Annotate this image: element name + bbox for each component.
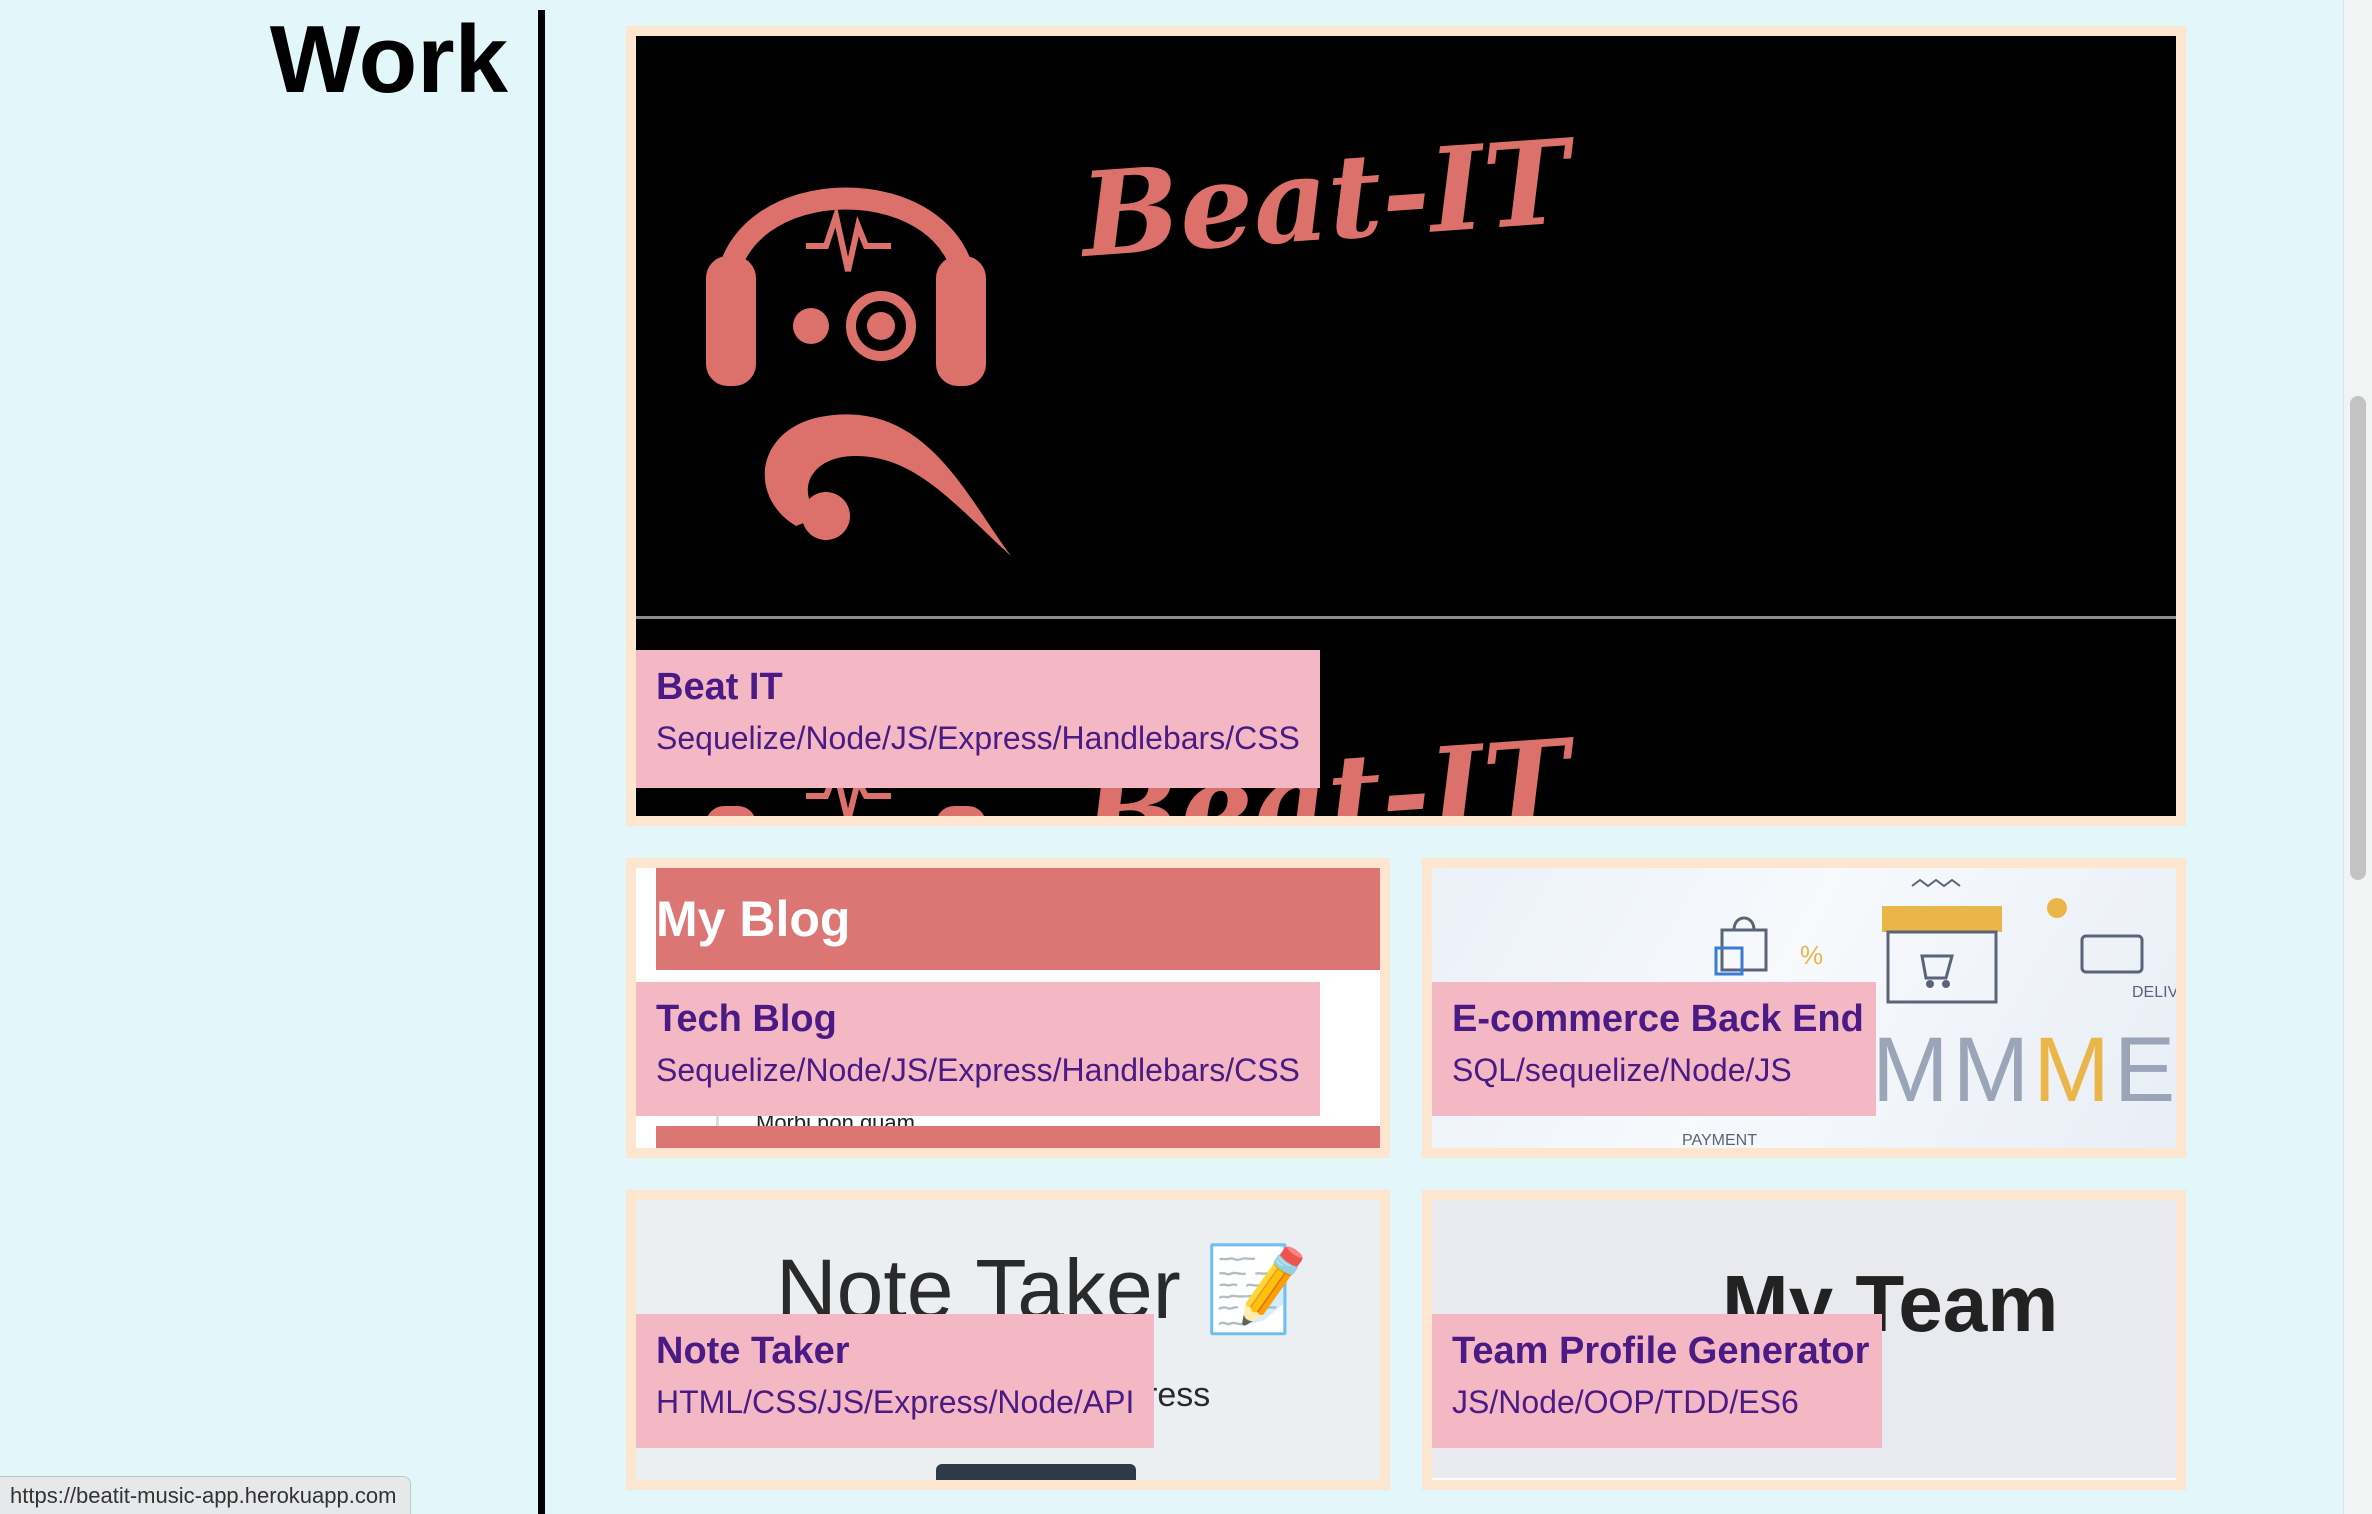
page: Work Beat-IT Beat-IT Beat IT Sequelize/N… — [0, 0, 2372, 1514]
project-tech: JS/Node/OOP/TDD/ES6 — [1452, 1384, 1799, 1420]
project-caption-tech-blog: Tech Blog Sequelize/Node/JS/Express/Hand… — [636, 982, 1320, 1116]
project-title: Team Profile Generator — [1452, 1330, 1870, 1372]
project-tech: SQL/sequelize/Node/JS — [1452, 1052, 1792, 1088]
project-card-beat-it[interactable]: Beat-IT Beat-IT Beat IT Sequelize/Node/J… — [626, 26, 2186, 826]
ecommerce-banner-text: MMMER — [1872, 1018, 2176, 1123]
beat-it-logo-text: Beat-IT — [1076, 114, 1575, 284]
project-card-tech-blog[interactable]: My Blog Morbi non quam Tech Blog Sequeli… — [626, 858, 1390, 1158]
ecommerce-banner-right: ER — [2113, 1019, 2176, 1121]
project-title: E-commerce Back End — [1452, 998, 1864, 1040]
section-divider — [538, 10, 545, 1514]
blog-header-text: My Blog — [656, 891, 851, 947]
project-card-note-taker[interactable]: Note Taker 📝 ress Note Taker HTML/CSS/JS… — [626, 1190, 1390, 1490]
page-scrollbar[interactable] — [2343, 0, 2372, 1514]
link-status-url: https://beatit-music-app.herokuapp.com — [0, 1476, 412, 1514]
project-caption-ecommerce: E-commerce Back End SQL/sequelize/Node/J… — [1432, 982, 1876, 1116]
team-rule — [1432, 1478, 2176, 1480]
ecommerce-payment-label: PAYMENT — [1682, 1132, 1757, 1148]
headphones-logo-icon — [706, 187, 1011, 556]
beat-it-reflection-line — [636, 616, 2176, 619]
project-title: Beat IT — [656, 666, 783, 708]
project-tech: Sequelize/Node/JS/Express/Handlebars/CSS — [656, 720, 1300, 756]
project-caption-note-taker: Note Taker HTML/CSS/JS/Express/Node/API — [636, 1314, 1154, 1448]
project-card-ecommerce[interactable]: % MMMER DELIVE PAYMENT E-commerce Back E… — [1422, 858, 2186, 1158]
project-caption-beat-it: Beat IT Sequelize/Node/JS/Express/Handle… — [636, 650, 1320, 788]
blog-header: My Blog — [656, 868, 1380, 970]
storefront-icon — [1882, 878, 2144, 1004]
project-tech: HTML/CSS/JS/Express/Node/API — [656, 1384, 1135, 1420]
ecommerce-delivery-label: DELIVE — [2132, 984, 2176, 1001]
ecommerce-banner-left: MM — [1872, 1019, 2034, 1121]
shopping-bag-icon — [1714, 916, 1768, 976]
project-card-team-profile[interactable]: My Team Team Profile Generator JS/Node/O… — [1422, 1190, 2186, 1490]
project-tech: Sequelize/Node/JS/Express/Handlebars/CSS — [656, 1052, 1300, 1088]
blog-post-bar — [656, 1126, 1380, 1148]
note-taker-tail-text: ress — [1146, 1376, 1211, 1414]
scrollbar-thumb[interactable] — [2350, 396, 2366, 880]
project-title: Note Taker — [656, 1330, 850, 1372]
section-title: Work — [269, 6, 508, 113]
project-caption-team-profile: Team Profile Generator JS/Node/OOP/TDD/E… — [1432, 1314, 1882, 1448]
note-taker-get-started-button — [936, 1464, 1136, 1480]
project-title: Tech Blog — [656, 998, 837, 1040]
ecommerce-percent-label: % — [1800, 940, 1824, 970]
ecommerce-banner-accent: M — [2033, 1019, 2114, 1121]
